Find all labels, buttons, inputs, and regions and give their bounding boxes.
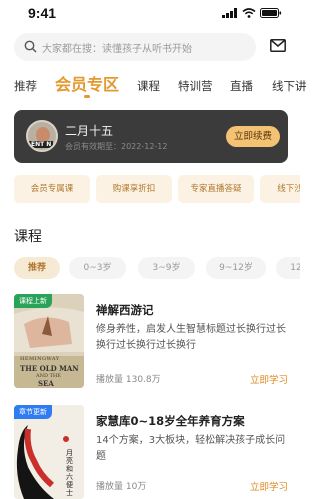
age-filter-12-plus[interactable]: 12 — [276, 257, 300, 279]
system-indicators — [222, 8, 282, 18]
badge-chapter-update: 章节更新 — [14, 405, 52, 419]
avatar: ENT N — [26, 120, 58, 152]
status-time: 9:41 — [28, 5, 57, 21]
course-description: 14个方案，3大板块，轻松解决孩子成长问题 — [96, 435, 286, 462]
search-input[interactable]: 大家都在搜：读懂孩子从听书开始 — [14, 33, 256, 61]
mail-icon[interactable] — [270, 39, 286, 52]
cover-author: HEMINGWAY — [20, 356, 60, 362]
signal-icon — [222, 8, 237, 18]
wifi-icon — [242, 8, 256, 18]
battery-icon — [260, 8, 282, 18]
tab-recommend[interactable]: 推荐 — [14, 78, 37, 94]
course-item[interactable]: HEMINGWAY THE OLD MAN AND THE SEA 课程上新 禅… — [14, 294, 294, 394]
tab-active-indicator — [84, 95, 90, 98]
avatar-text: ENT N — [29, 141, 54, 148]
age-filter-9-12[interactable]: 9~12岁 — [206, 257, 266, 279]
course-item[interactable]: 月亮和六便士 章节更新 家慧库0~18岁全年养育方案 14个方案，3大板块，轻松… — [14, 405, 294, 499]
member-card: ENT N 二月十五 会员有效期至：2022-12-12 立即续费 — [14, 110, 288, 163]
cover-title-line3: SEA — [38, 379, 54, 388]
benefits-row: 会员专属课 购课享折扣 专家直播答疑 线下沙 — [14, 175, 300, 203]
age-filter-row: 推荐 0~3岁 3~9岁 9~12岁 12 — [14, 257, 300, 279]
top-tabs: 推荐 会员专区 课程 特训营 直播 线下讲 — [0, 66, 307, 106]
course-cover: 月亮和六便士 章节更新 — [14, 405, 84, 499]
course-play-count: 播放量 130.8万 — [96, 375, 161, 385]
course-play-count: 播放量 10万 — [96, 482, 147, 492]
status-bar: 9:41 — [0, 0, 300, 26]
cover-title-line1: THE OLD MAN — [20, 364, 79, 373]
learn-now-button[interactable]: 立即学习 — [250, 479, 288, 493]
search-placeholder: 大家都在搜：读懂孩子从听书开始 — [42, 44, 192, 55]
benefit-exclusive-courses[interactable]: 会员专属课 — [14, 175, 90, 203]
badge-new-course: 课程上新 — [14, 294, 52, 308]
search-icon — [24, 40, 37, 53]
age-filter-0-3[interactable]: 0~3岁 — [69, 257, 126, 279]
course-description: 修身养性，启发人生智慧标题过长换行过长换行过长换行过长换行 — [96, 324, 286, 351]
age-filter-recommend[interactable]: 推荐 — [14, 257, 60, 279]
tab-offline[interactable]: 线下讲 — [272, 78, 307, 94]
cover-title-vertical: 月亮和六便士 — [66, 449, 73, 497]
age-filter-3-9[interactable]: 3~9岁 — [138, 257, 195, 279]
course-title: 禅解西游记 — [96, 303, 154, 317]
benefit-offline-salon[interactable]: 线下沙 — [260, 175, 300, 203]
benefit-course-discount[interactable]: 购课享折扣 — [96, 175, 172, 203]
section-title-courses: 课程 — [14, 229, 42, 245]
benefit-expert-live-qa[interactable]: 专家直播答疑 — [178, 175, 254, 203]
tab-member-zone[interactable]: 会员专区 — [55, 71, 119, 95]
member-expiry: 会员有效期至：2022-12-12 — [65, 142, 168, 151]
learn-now-button[interactable]: 立即学习 — [250, 372, 288, 386]
course-title: 家慧库0~18岁全年养育方案 — [96, 414, 245, 428]
tab-courses[interactable]: 课程 — [137, 78, 160, 94]
tab-live[interactable]: 直播 — [230, 78, 253, 94]
course-cover: HEMINGWAY THE OLD MAN AND THE SEA 课程上新 — [14, 294, 84, 388]
tab-training-camp[interactable]: 特训营 — [178, 78, 213, 94]
renew-button[interactable]: 立即续费 — [226, 126, 280, 147]
member-name: 二月十五 — [65, 124, 114, 138]
